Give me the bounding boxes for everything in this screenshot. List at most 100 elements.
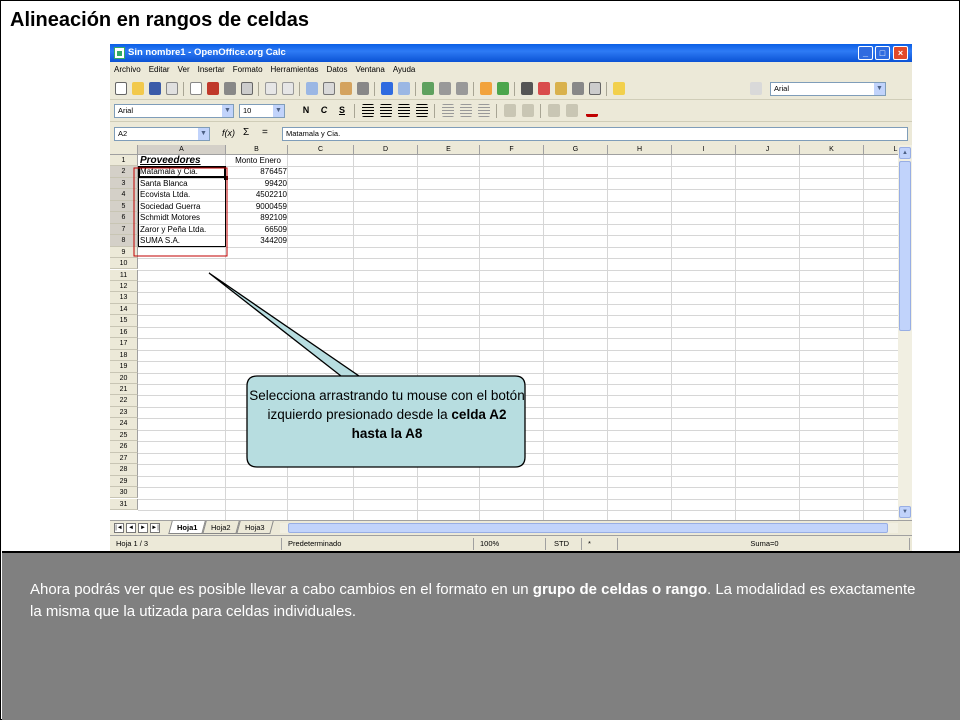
horizontal-scroll-thumb[interactable] xyxy=(288,523,888,533)
cell-b8[interactable]: 344209 xyxy=(227,235,287,246)
data-sources-icon[interactable] xyxy=(572,82,584,95)
row-header-28[interactable]: 28 xyxy=(110,464,138,476)
row-header-12[interactable]: 12 xyxy=(110,280,138,293)
cell-b6[interactable]: 892109 xyxy=(227,212,287,223)
fill-handle[interactable] xyxy=(224,175,228,180)
format-paintbrush-icon[interactable] xyxy=(357,82,369,95)
function-wizard-button[interactable]: f(x) xyxy=(222,128,235,138)
redo-icon[interactable] xyxy=(398,82,410,95)
row-header-4[interactable]: 4 xyxy=(110,189,138,201)
menu-archivo[interactable]: Archivo xyxy=(110,62,145,78)
close-button[interactable]: × xyxy=(893,46,908,60)
column-header-l[interactable]: L xyxy=(864,145,898,155)
font-name-combo-top[interactable]: Arial ▼ xyxy=(770,82,886,96)
row-header-2[interactable]: 2 xyxy=(110,166,138,178)
menu-datos[interactable]: Datos xyxy=(323,62,352,78)
vertical-scroll-thumb[interactable] xyxy=(899,161,911,331)
row-header-30[interactable]: 30 xyxy=(110,487,138,499)
spellcheck-icon[interactable] xyxy=(265,82,277,95)
row-header-17[interactable]: 17 xyxy=(110,338,138,350)
align-right-icon[interactable] xyxy=(398,104,410,117)
font-name-combo[interactable]: Arial ▼ xyxy=(114,104,234,118)
cell-b4[interactable]: 4502210 xyxy=(227,189,287,200)
cell-a1[interactable]: Proveedores xyxy=(140,155,201,166)
column-header-g[interactable]: G xyxy=(544,145,608,155)
underline-button[interactable]: S xyxy=(336,104,348,117)
chevron-down-icon[interactable]: ▼ xyxy=(222,105,233,117)
stylist-icon[interactable] xyxy=(750,82,762,95)
row-header-23[interactable]: 23 xyxy=(110,406,138,419)
chevron-down-icon[interactable]: ▼ xyxy=(874,83,885,95)
minimize-button[interactable]: _ xyxy=(858,46,873,60)
scroll-down-icon[interactable]: ▼ xyxy=(899,506,911,518)
justify-icon[interactable] xyxy=(416,104,428,117)
vertical-scrollbar[interactable]: ▲ ▼ xyxy=(898,145,912,520)
row-header-9[interactable]: 9 xyxy=(110,246,138,259)
column-header-b[interactable]: B xyxy=(226,145,288,155)
row-header-1[interactable]: 1 xyxy=(110,155,138,167)
align-middle-icon[interactable] xyxy=(478,104,490,117)
column-header-e[interactable]: E xyxy=(418,145,480,155)
hyperlink-icon[interactable] xyxy=(422,82,434,95)
row-header-10[interactable]: 10 xyxy=(110,258,138,270)
align-center-icon[interactable] xyxy=(380,104,392,117)
cell-b1[interactable]: Monto Enero xyxy=(227,155,289,166)
paste-icon[interactable] xyxy=(340,82,352,95)
highlight-icon[interactable] xyxy=(566,104,578,117)
row-header-27[interactable]: 27 xyxy=(110,452,138,465)
cell-b3[interactable]: 99420 xyxy=(227,178,287,189)
formula-input[interactable]: Matamala y Cia. xyxy=(282,127,908,141)
scroll-up-icon[interactable]: ▲ xyxy=(899,147,911,159)
row-header-22[interactable]: 22 xyxy=(110,395,138,407)
column-header-d[interactable]: D xyxy=(354,145,418,155)
row-header-8[interactable]: 8 xyxy=(110,235,138,247)
copy-icon[interactable] xyxy=(323,82,335,95)
row-header-16[interactable]: 16 xyxy=(110,326,138,339)
row-header-13[interactable]: 13 xyxy=(110,292,138,304)
menu-herramientas[interactable]: Herramientas xyxy=(267,62,323,78)
bold-button[interactable]: N xyxy=(300,104,312,117)
cell-b5[interactable]: 9000459 xyxy=(227,201,287,212)
sort-asc-icon[interactable] xyxy=(439,82,451,95)
row-header-26[interactable]: 26 xyxy=(110,441,138,453)
row-header-11[interactable]: 11 xyxy=(110,269,138,281)
column-header-f[interactable]: F xyxy=(480,145,544,155)
horizontal-scrollbar[interactable] xyxy=(280,523,898,533)
save-icon[interactable] xyxy=(149,82,161,95)
sum-button[interactable]: Σ xyxy=(243,127,249,138)
increase-font-icon[interactable] xyxy=(504,104,516,117)
row-header-21[interactable]: 21 xyxy=(110,384,138,396)
decrease-font-icon[interactable] xyxy=(522,104,534,117)
menu-ver[interactable]: Ver xyxy=(174,62,194,78)
tab-hoja2[interactable]: Hoja2 xyxy=(202,521,240,534)
row-header-6[interactable]: 6 xyxy=(110,212,138,224)
open-icon[interactable] xyxy=(132,82,144,95)
status-zoom[interactable]: 100% xyxy=(476,538,546,550)
merge-cells-icon[interactable] xyxy=(442,104,454,117)
font-size-combo[interactable]: 10 ▼ xyxy=(239,104,285,118)
row-header-25[interactable]: 25 xyxy=(110,429,138,442)
function-button[interactable]: = xyxy=(262,127,268,138)
column-header-j[interactable]: J xyxy=(736,145,800,155)
zoom-icon[interactable] xyxy=(589,82,601,95)
column-header-k[interactable]: K xyxy=(800,145,864,155)
menu-formato[interactable]: Formato xyxy=(229,62,267,78)
row-header-19[interactable]: 19 xyxy=(110,361,138,373)
select-all-corner[interactable] xyxy=(110,145,138,155)
align-top-icon[interactable] xyxy=(460,104,472,117)
row-header-15[interactable]: 15 xyxy=(110,315,138,327)
gallery-icon[interactable] xyxy=(555,82,567,95)
row-header-7[interactable]: 7 xyxy=(110,223,138,236)
first-sheet-icon[interactable]: |◄ xyxy=(114,523,124,533)
prev-sheet-icon[interactable]: ◄ xyxy=(126,523,136,533)
maximize-button[interactable]: □ xyxy=(875,46,890,60)
column-header-c[interactable]: C xyxy=(288,145,354,155)
status-mode[interactable]: STD xyxy=(550,538,582,550)
undo-icon[interactable] xyxy=(381,82,393,95)
last-sheet-icon[interactable]: ►| xyxy=(150,523,160,533)
window-titlebar[interactable]: Sin nombre1 - OpenOffice.org Calc _ □ × xyxy=(110,44,912,62)
spreadsheet-grid[interactable]: ABCDEFGHIJKL 1 2 3 4 5 6 7 8 9 10 11 12 13 14 15 16 17 18… xyxy=(110,145,898,520)
name-box[interactable]: A2 ▼ xyxy=(114,127,210,141)
menu-ventana[interactable]: Ventana xyxy=(351,62,388,78)
row-header-24[interactable]: 24 xyxy=(110,418,138,430)
